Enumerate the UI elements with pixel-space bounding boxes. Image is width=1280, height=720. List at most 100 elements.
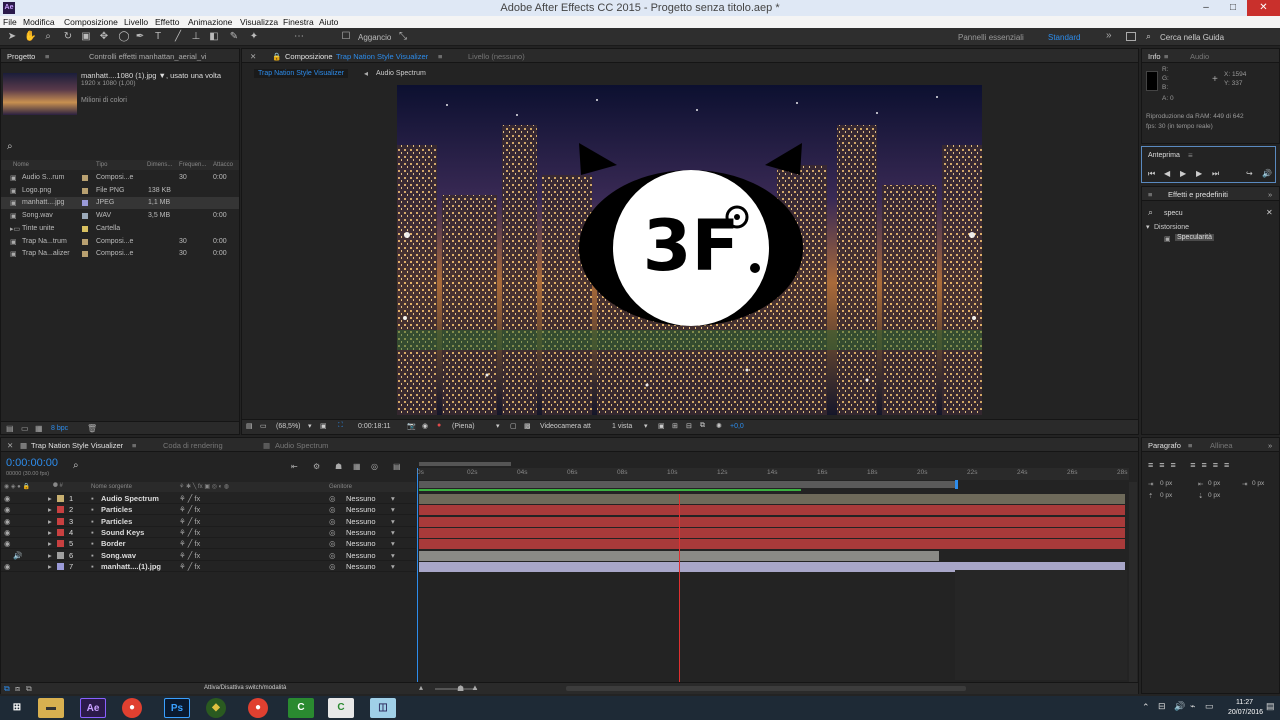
layer-row[interactable]: ◉ ▸ 3 ▪ Particles ⚘ ╱ fx ◎ Nessuno ▾ [1, 516, 416, 527]
layer-row[interactable]: 🔊 ▸ 6 ▪ Song.wav ⚘ ╱ fx ◎ Nessuno ▾ [1, 550, 416, 561]
chrome-icon-2[interactable]: ● [248, 698, 268, 718]
transfer-controls-icon[interactable]: ⧉ [26, 684, 32, 694]
layer-label-swatch[interactable] [57, 528, 64, 536]
layer-row[interactable]: ◉ ▸ 1 ▪ Audio Spectrum ⚘ ╱ fx ◎ Nessuno ▾ [1, 493, 416, 504]
effects-search-input[interactable]: specu [1164, 210, 1183, 217]
parent-pick-icon[interactable]: ◎ [329, 539, 336, 548]
clear-search-icon[interactable]: ✕ [1266, 208, 1273, 217]
selection-tool-icon[interactable]: ➤ [6, 31, 18, 43]
play-icon[interactable]: ▶ [1180, 169, 1186, 178]
col-in[interactable]: Attacco [213, 162, 233, 168]
parent-pick-icon[interactable]: ◎ [329, 528, 336, 537]
item-label-swatch[interactable] [82, 238, 88, 245]
zoom-tool-icon[interactable]: ⌕ [42, 31, 54, 43]
layer-name[interactable]: Audio Spectrum [101, 494, 159, 503]
comp-mini-flow-icon[interactable]: ⇤ [291, 462, 298, 471]
category-toggle-icon[interactable]: ▾ [1146, 223, 1150, 231]
playhead[interactable] [417, 468, 422, 693]
effects-menu-icon[interactable]: ≡ [1148, 190, 1152, 199]
layer-name[interactable]: Particles [101, 517, 132, 526]
bpc-label[interactable]: 8 bpc [51, 425, 68, 432]
visibility-icon[interactable]: ◉ [4, 528, 11, 537]
layer-row[interactable]: ◉ ▸ 7 ▪ manhatt....(1).jpg ⚘ ╱ fx ◎ Nessuno ▾ [1, 561, 416, 572]
battery-icon[interactable]: ⌁ [1190, 701, 1195, 712]
new-folder-icon[interactable]: ▭ [21, 424, 29, 433]
tab-preview[interactable]: Anteprima [1148, 152, 1180, 159]
zoom-dropdown-icon[interactable]: ▾ [308, 422, 312, 430]
chrome-icon[interactable]: ● [122, 698, 142, 718]
menu-animation[interactable]: Animazione [188, 17, 232, 27]
layer-expand-icon[interactable]: ▸ [48, 517, 52, 526]
layer-expand-icon[interactable]: ▸ [48, 494, 52, 503]
workspace-more-icon[interactable]: » [1106, 30, 1112, 41]
layer-row[interactable]: ◉ ▸ 2 ▪ Particles ⚘ ╱ fx ◎ Nessuno ▾ [1, 504, 416, 516]
item-label-swatch[interactable] [82, 187, 88, 194]
views-dropdown-icon[interactable]: ▾ [644, 422, 648, 430]
layer-duration-bar[interactable] [419, 505, 1125, 516]
timeline-scrollbar[interactable] [1129, 482, 1137, 692]
zoom-out-icon[interactable]: ▴ [419, 683, 423, 692]
menu-edit[interactable]: Modifica [23, 17, 55, 27]
flowchart-icon[interactable]: ⧉ [700, 422, 705, 430]
layer-switches-icons[interactable]: ⚘ ╱ fx [179, 551, 200, 560]
effects-category[interactable]: Distorsione [1154, 224, 1189, 231]
tab-comp-name[interactable]: Trap Nation Style Visualizer [336, 52, 428, 61]
draft-3d-icon[interactable]: ⚙ [313, 462, 320, 471]
eraser-tool-icon[interactable]: ◧ [208, 31, 220, 43]
parent-pick-icon[interactable]: ◎ [329, 517, 336, 526]
start-button-icon[interactable]: ⊞ [4, 698, 30, 718]
clone-tool-icon[interactable]: ⊥ [190, 31, 202, 43]
indent-left-value[interactable]: 0 px [1160, 480, 1172, 487]
layer-row[interactable]: ◉ ▸ 4 ▪ Sound Keys ⚘ ╱ fx ◎ Nessuno ▾ [1, 527, 416, 538]
col-fps[interactable]: Frequen... [179, 162, 206, 168]
mask-vis-icon[interactable]: ▭ [260, 422, 267, 430]
layer-name[interactable]: Particles [101, 505, 132, 514]
project-item[interactable]: ▣ Trap Na...trum Composi...e 30 0:00 [1, 236, 239, 248]
project-item[interactable]: ▣ Audio S...rum Composi...e 30 0:00 [1, 172, 239, 184]
lock-icon[interactable]: 🔒 [272, 52, 281, 61]
col-size[interactable]: Dimens... [147, 162, 172, 168]
layer-parent[interactable]: Nessuno [346, 505, 376, 514]
visibility-icon[interactable]: ◉ [4, 505, 11, 514]
volume-icon[interactable]: 🔊 [1174, 701, 1185, 712]
app-icon-9[interactable]: ◫ [370, 698, 396, 718]
work-area-end-handle[interactable] [955, 480, 958, 489]
last-frame-icon[interactable]: ⏭ [1212, 169, 1219, 179]
paragraph-more-icon[interactable]: » [1268, 441, 1272, 450]
layer-duration-bar[interactable] [419, 516, 1125, 527]
parent-dropdown-icon[interactable]: ▾ [391, 517, 395, 526]
menu-help[interactable]: Aiuto [319, 17, 338, 27]
layer-switches-icons[interactable]: ⚘ ╱ fx [179, 562, 200, 571]
tab-layer[interactable]: Livello (nessuno) [468, 52, 525, 61]
puppet-tool-icon[interactable]: ✦ [248, 31, 260, 43]
pen-tool-icon[interactable]: ✒ [134, 31, 146, 43]
timeline-h-scrollbar[interactable] [566, 686, 966, 691]
trash-icon[interactable]: 🗑 [87, 424, 97, 433]
effect-item[interactable]: Specularità [1175, 234, 1215, 241]
layer-expand-icon[interactable]: ▸ [48, 505, 52, 514]
toggle-switches-modes[interactable]: Attiva/Disattiva switch/modalità [204, 685, 286, 691]
layer-label-swatch[interactable] [57, 551, 64, 559]
clock-time[interactable]: 11:27 [1236, 699, 1253, 706]
axis-icon[interactable]: ⋯ [293, 31, 305, 43]
tab-timeline-spectrum[interactable]: Audio Spectrum [275, 441, 328, 450]
camtasia-icon[interactable]: C [288, 698, 314, 718]
graph-editor-icon[interactable]: ▤ [393, 462, 401, 471]
workspace-standard[interactable]: Standard [1048, 33, 1080, 42]
audio-toggle-icon[interactable]: 🔊 [13, 551, 22, 560]
layer-parent[interactable]: Nessuno [346, 517, 376, 526]
rotate-tool-icon[interactable]: ↻ [62, 31, 74, 43]
tab-timeline-visualizer[interactable]: Trap Nation Style Visualizer [31, 441, 123, 450]
tab-paragraph[interactable]: Paragrafo [1148, 441, 1181, 450]
visibility-icon[interactable]: ◉ [4, 494, 11, 503]
audio-icon[interactable]: 🔊 [1262, 169, 1272, 178]
layer-switches-icons[interactable]: ⚘ ╱ fx [179, 528, 200, 537]
breadcrumb-spectrum[interactable]: Audio Spectrum [376, 70, 426, 77]
shy-icon[interactable]: ☗ [335, 462, 342, 471]
parent-dropdown-icon[interactable]: ▾ [391, 562, 395, 571]
hand-tool-icon[interactable]: ✋ [24, 31, 36, 43]
layer-name[interactable]: Sound Keys [101, 528, 144, 537]
layer-row[interactable]: ◉ ▸ 5 ▪ Border ⚘ ╱ fx ◎ Nessuno ▾ [1, 538, 416, 550]
visibility-icon[interactable]: ◉ [4, 539, 11, 548]
layer-name[interactable]: manhatt....(1).jpg [101, 562, 161, 571]
